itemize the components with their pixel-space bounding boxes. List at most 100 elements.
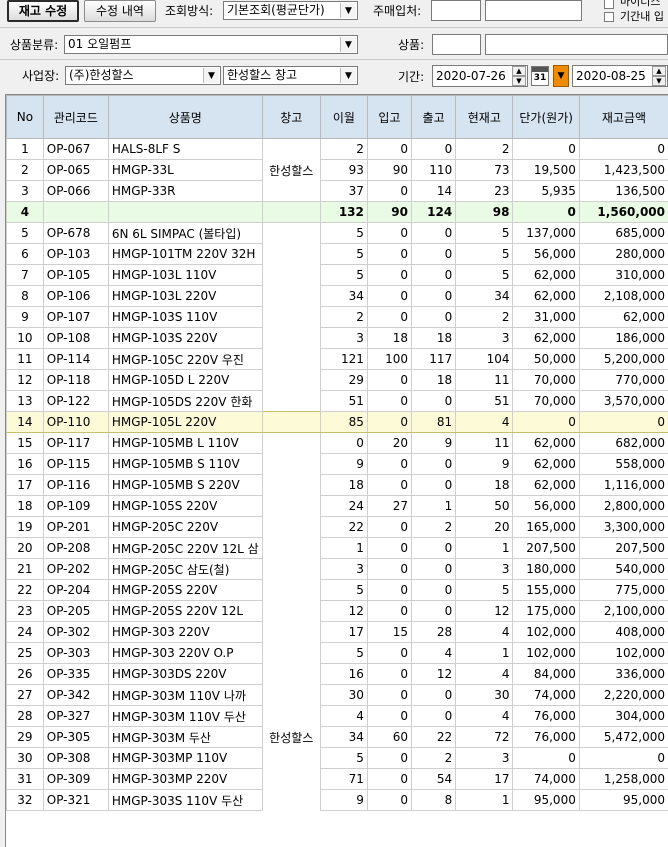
table-row[interactable]: 23OP-205HMGP-205S 220V 12L120012175,0002… <box>7 601 668 622</box>
cell-carry[interactable]: 30 <box>320 685 367 706</box>
cell-amount[interactable]: 558,000 <box>579 454 668 475</box>
cell-stock[interactable]: 1 <box>456 538 513 559</box>
cell-code[interactable]: OP-201 <box>43 517 108 538</box>
cell-carry[interactable]: 29 <box>320 370 367 391</box>
cell-no[interactable]: 3 <box>7 181 44 202</box>
cell-price[interactable]: 62,000 <box>513 328 579 349</box>
cell-warehouse[interactable] <box>262 790 320 811</box>
cell-warehouse[interactable] <box>262 433 320 454</box>
cell-warehouse[interactable] <box>262 265 320 286</box>
cell-stock[interactable]: 34 <box>456 286 513 307</box>
cell-amount[interactable]: 95,000 <box>579 790 668 811</box>
cell-in[interactable]: 0 <box>367 706 411 727</box>
cell-price[interactable]: 56,000 <box>513 244 579 265</box>
cell-carry[interactable]: 0 <box>320 433 367 454</box>
cell-name[interactable]: HMGP-303 220V O.P <box>108 643 262 664</box>
cell-stock[interactable]: 20 <box>456 517 513 538</box>
cell-out[interactable]: 12 <box>411 664 455 685</box>
table-row[interactable]: 28OP-327HMGP-303M 110V 두산400476,000304,0… <box>7 706 668 727</box>
table-row[interactable]: 30OP-308HMGP-303MP 110V502300 <box>7 748 668 769</box>
main-vendor-name-input[interactable] <box>485 0 582 21</box>
cell-no[interactable]: 10 <box>7 328 44 349</box>
cell-name[interactable]: HMGP-105L 220V <box>108 412 262 433</box>
cell-out[interactable]: 9 <box>411 433 455 454</box>
cell-out[interactable]: 0 <box>411 307 455 328</box>
cell-stock[interactable]: 17 <box>456 769 513 790</box>
cell-warehouse[interactable] <box>262 622 320 643</box>
chevron-down-icon[interactable]: ▼ <box>203 68 219 83</box>
cell-name[interactable]: HMGP-205C 삼도(철) <box>108 559 262 580</box>
cell-amount[interactable]: 336,000 <box>579 664 668 685</box>
cell-stock[interactable]: 4 <box>456 664 513 685</box>
table-row[interactable]: 4132901249801,560,000 <box>7 202 668 223</box>
cell-warehouse[interactable] <box>262 475 320 496</box>
cell-carry[interactable]: 24 <box>320 496 367 517</box>
cell-code[interactable]: OP-106 <box>43 286 108 307</box>
cell-carry[interactable]: 12 <box>320 601 367 622</box>
cell-stock[interactable]: 11 <box>456 370 513 391</box>
date-to-spin-up[interactable]: ▲ <box>652 66 666 76</box>
cell-in[interactable]: 0 <box>367 538 411 559</box>
table-row[interactable]: 20OP-208HMGP-205C 220V 12L 삼1001207,5002… <box>7 538 668 559</box>
cell-carry[interactable]: 2 <box>320 307 367 328</box>
table-row[interactable]: 12OP-118HMGP-105D L 220V290181170,000770… <box>7 370 668 391</box>
warehouse-select[interactable]: 한성할스 창고 ▼ <box>223 66 358 85</box>
cell-carry[interactable]: 22 <box>320 517 367 538</box>
cell-out[interactable]: 28 <box>411 622 455 643</box>
cell-warehouse[interactable] <box>262 412 320 433</box>
cell-carry[interactable]: 34 <box>320 286 367 307</box>
cell-amount[interactable]: 0 <box>579 748 668 769</box>
cell-out[interactable]: 117 <box>411 349 455 370</box>
cell-warehouse[interactable] <box>262 181 320 202</box>
cell-amount[interactable]: 280,000 <box>579 244 668 265</box>
cell-amount[interactable]: 186,000 <box>579 328 668 349</box>
cell-stock[interactable]: 5 <box>456 580 513 601</box>
category-select[interactable]: 01 오일펌프 ▼ <box>64 35 358 54</box>
cell-warehouse[interactable] <box>262 517 320 538</box>
stock-adjust-button[interactable]: 재고 수정 <box>7 0 79 22</box>
cell-warehouse[interactable] <box>262 706 320 727</box>
cell-price[interactable]: 207,500 <box>513 538 579 559</box>
cell-out[interactable]: 18 <box>411 328 455 349</box>
inventory-grid[interactable]: No 관리코드 상품명 창고 이월 입고 출고 현재고 단가(원가) 재고금액 … <box>5 94 668 847</box>
cell-price[interactable]: 56,000 <box>513 496 579 517</box>
cell-price[interactable]: 0 <box>513 202 579 223</box>
cell-stock[interactable]: 23 <box>456 181 513 202</box>
cell-amount[interactable]: 310,000 <box>579 265 668 286</box>
cell-amount[interactable]: 2,220,000 <box>579 685 668 706</box>
cell-no[interactable]: 27 <box>7 685 44 706</box>
cell-out[interactable]: 110 <box>411 160 455 181</box>
cell-name[interactable]: HMGP-103S 220V <box>108 328 262 349</box>
cell-carry[interactable]: 5 <box>320 265 367 286</box>
cell-carry[interactable]: 5 <box>320 643 367 664</box>
cell-code[interactable]: OP-303 <box>43 643 108 664</box>
cell-out[interactable]: 14 <box>411 181 455 202</box>
col-header-amount[interactable]: 재고금액 <box>579 96 668 139</box>
cell-code[interactable]: OP-116 <box>43 475 108 496</box>
cell-price[interactable]: 62,000 <box>513 286 579 307</box>
table-row[interactable]: 7OP-105HMGP-103L 110V500562,000310,000 <box>7 265 668 286</box>
cell-stock[interactable]: 104 <box>456 349 513 370</box>
cell-warehouse[interactable] <box>262 307 320 328</box>
table-row[interactable]: 32OP-321HMGP-303S 110V 두산908195,00095,00… <box>7 790 668 811</box>
cell-carry[interactable]: 18 <box>320 475 367 496</box>
cell-name[interactable]: 6N 6L SIMPAC (볼타입) <box>108 223 262 244</box>
cell-price[interactable]: 175,000 <box>513 601 579 622</box>
cell-out[interactable]: 22 <box>411 727 455 748</box>
cell-stock[interactable]: 3 <box>456 328 513 349</box>
date-from-spin-up[interactable]: ▲ <box>512 66 526 76</box>
cell-out[interactable]: 0 <box>411 244 455 265</box>
cell-name[interactable]: HALS-8LF S <box>108 139 262 160</box>
cell-code[interactable]: OP-321 <box>43 790 108 811</box>
col-header-code[interactable]: 관리코드 <box>43 96 108 139</box>
cell-amount[interactable]: 0 <box>579 412 668 433</box>
minus-item-checkbox[interactable] <box>604 0 614 9</box>
cell-in[interactable]: 0 <box>367 685 411 706</box>
cell-in[interactable]: 0 <box>367 601 411 622</box>
cell-code[interactable]: OP-305 <box>43 727 108 748</box>
cell-warehouse[interactable] <box>262 391 320 412</box>
cell-in[interactable]: 0 <box>367 475 411 496</box>
col-header-carry[interactable]: 이월 <box>320 96 367 139</box>
cell-in[interactable]: 15 <box>367 622 411 643</box>
cell-amount[interactable]: 1,560,000 <box>579 202 668 223</box>
